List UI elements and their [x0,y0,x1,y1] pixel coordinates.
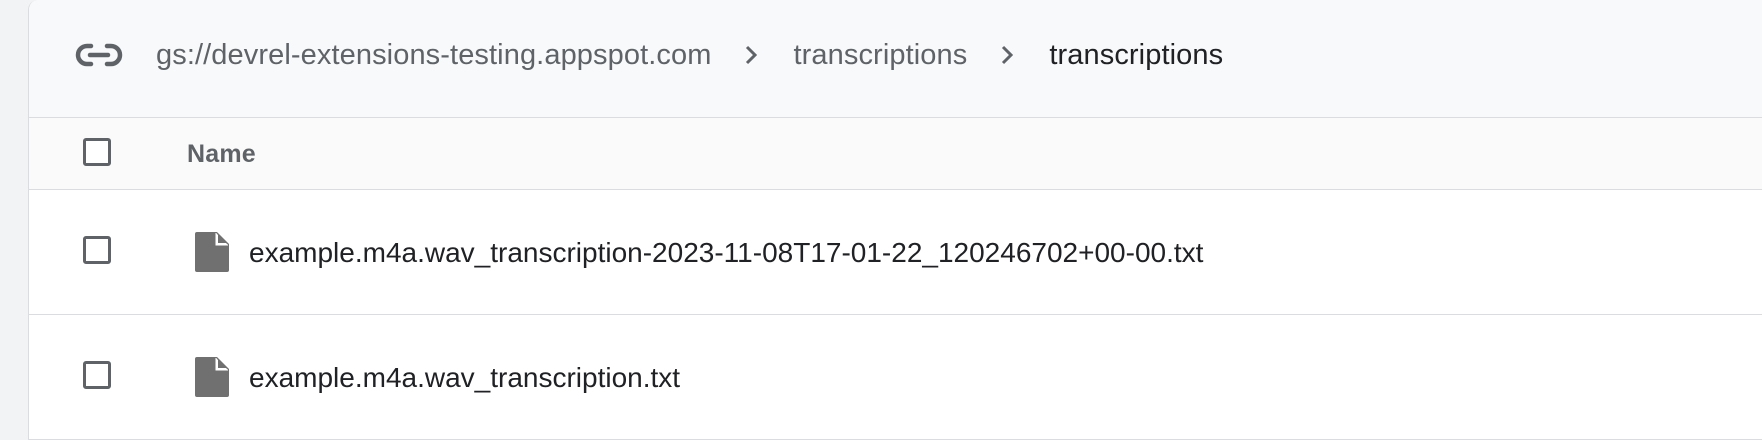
table-header-row: Name [29,118,1762,190]
chevron-right-icon [746,45,758,65]
row-checkbox[interactable] [83,361,111,389]
table-row[interactable]: example.m4a.wav_transcription.txt [29,315,1762,440]
select-all-checkbox[interactable] [83,138,111,166]
file-browser-panel: gs://devrel-extensions-testing.appspot.c… [28,0,1762,440]
column-header-name[interactable]: Name [187,118,256,190]
breadcrumb-bucket[interactable]: gs://devrel-extensions-testing.appspot.c… [156,39,711,72]
breadcrumb-folder[interactable]: transcriptions [793,39,967,72]
file-icon [195,232,229,272]
table-row[interactable]: example.m4a.wav_transcription-2023-11-08… [29,190,1762,315]
file-name-link[interactable]: example.m4a.wav_transcription.txt [249,315,680,440]
chevron-right-icon [1002,45,1014,65]
breadcrumb: gs://devrel-extensions-testing.appspot.c… [156,0,1223,110]
row-checkbox[interactable] [83,236,111,264]
link-icon[interactable] [75,37,123,73]
file-icon [195,357,229,397]
breadcrumb-current-folder: transcriptions [1049,38,1224,71]
file-name-link[interactable]: example.m4a.wav_transcription-2023-11-08… [249,190,1203,315]
breadcrumb-bar: gs://devrel-extensions-testing.appspot.c… [29,0,1762,118]
